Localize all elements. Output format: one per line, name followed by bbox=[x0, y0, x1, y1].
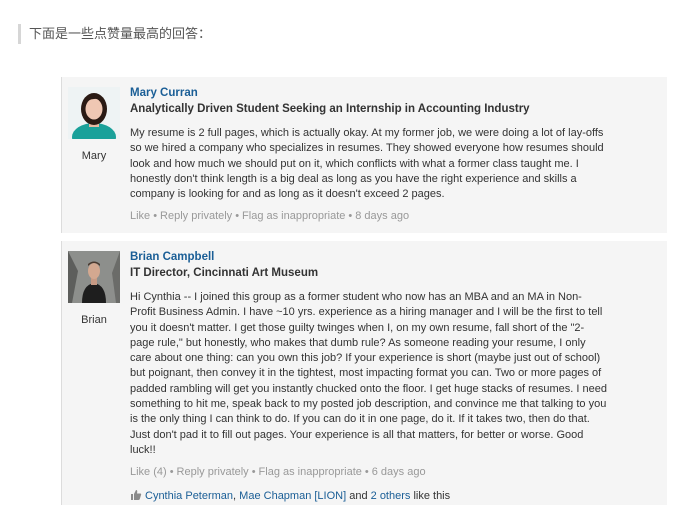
avatar[interactable] bbox=[68, 87, 120, 139]
author-avatar-block: Mary bbox=[68, 87, 120, 162]
separator-dot: • bbox=[169, 466, 174, 479]
liker-link[interactable]: Mae Chapman [LION] bbox=[239, 490, 346, 502]
liker-and: and bbox=[346, 490, 371, 503]
like-link[interactable]: Like bbox=[130, 210, 150, 222]
others-link[interactable]: 2 others bbox=[371, 490, 411, 502]
author-avatar-block: Brian bbox=[68, 251, 120, 326]
separator-dot: • bbox=[364, 466, 369, 479]
liker-link[interactable]: Cynthia Peterman bbox=[145, 490, 233, 502]
comment-body: Hi Cynthia -- I joined this group as a f… bbox=[130, 291, 607, 456]
flag-inappropriate-link[interactable]: Flag as inappropriate bbox=[242, 210, 345, 222]
flag-inappropriate-link[interactable]: Flag as inappropriate bbox=[259, 466, 362, 478]
comment-actions: Like (4) • Reply privately • Flag as inappro… bbox=[130, 464, 657, 480]
separator-dot: • bbox=[348, 210, 353, 223]
author-headline: IT Director, Cincinnati Art Museum bbox=[130, 267, 319, 279]
avatar-name-label: Brian bbox=[81, 314, 107, 326]
comment-timestamp: 6 days ago bbox=[371, 466, 426, 479]
liked-by-suffix: like this bbox=[410, 490, 451, 503]
author-name-link[interactable]: Brian Campbell bbox=[130, 249, 657, 265]
separator-dot: • bbox=[153, 210, 158, 223]
comment-card: Mary Mary Curran Analytically Driven Stu… bbox=[61, 77, 667, 233]
intro-text: 下面是一些点赞量最高的回答： bbox=[18, 24, 211, 44]
comment-body: My resume is 2 full pages, which is actu… bbox=[130, 127, 604, 201]
author-name-link[interactable]: Mary Curran bbox=[130, 85, 657, 101]
reply-privately-link[interactable]: Reply privately bbox=[177, 466, 249, 478]
comment-card: Brian Brian Campbell IT Director, Cincin… bbox=[61, 241, 667, 505]
comment-timestamp: 8 days ago bbox=[355, 210, 410, 223]
like-link[interactable]: Like (4) bbox=[130, 466, 167, 478]
liked-by-line: Cynthia Peterman, Mae Chapman [LION] and… bbox=[130, 488, 657, 504]
avatar-name-label: Mary bbox=[81, 150, 107, 162]
separator-dot: • bbox=[235, 210, 240, 223]
comment-actions: Like • Reply privately • Flag as inappropria… bbox=[130, 208, 657, 224]
thumbs-up-icon bbox=[130, 489, 142, 501]
author-headline: Analytically Driven Student Seeking an I… bbox=[130, 103, 530, 115]
reply-privately-link[interactable]: Reply privately bbox=[160, 210, 232, 222]
separator-dot: • bbox=[251, 466, 256, 479]
avatar[interactable] bbox=[68, 251, 120, 303]
